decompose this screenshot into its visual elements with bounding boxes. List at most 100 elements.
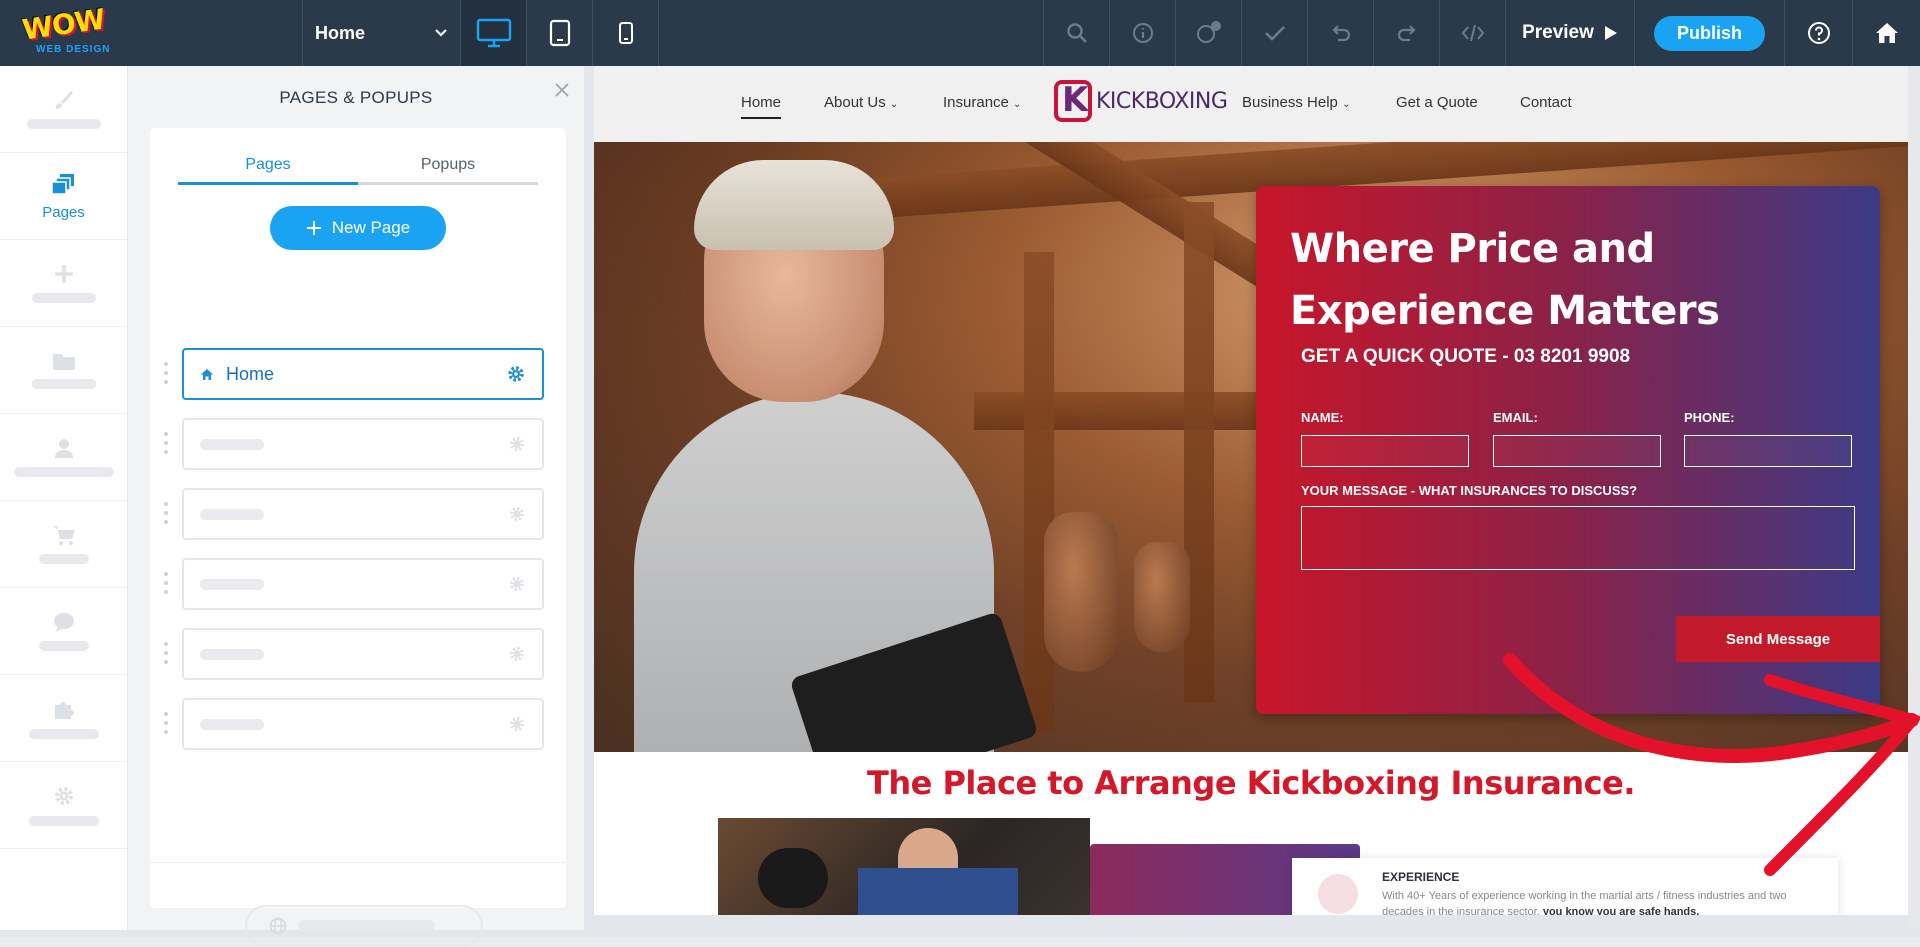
search-tool[interactable] — [1043, 0, 1109, 66]
gear-icon[interactable] — [506, 364, 526, 384]
gear-icon — [54, 787, 73, 805]
site-canvas: Home About Us ⌄ Insurance ⌄ KICKBOXING B… — [594, 66, 1908, 915]
mobile-icon — [618, 22, 633, 44]
sidebar-placeholder — [31, 379, 96, 389]
sidebar-placeholder — [38, 641, 89, 651]
sidebar-item-messages[interactable] — [0, 588, 127, 675]
brand-name: KICKBOXING — [1096, 88, 1228, 114]
mobile-view-button[interactable] — [592, 0, 658, 66]
nav-insurance[interactable]: Insurance ⌄ — [943, 94, 1021, 111]
gear-icon[interactable] — [508, 645, 526, 663]
drag-handle[interactable] — [164, 432, 170, 454]
code-view-button[interactable] — [1439, 0, 1505, 66]
experience-text: With 40+ Years of experience working in … — [1382, 888, 1822, 915]
page-row[interactable] — [182, 418, 544, 470]
email-field[interactable] — [1493, 435, 1661, 467]
hero-image — [1024, 252, 1054, 732]
quick-quote-heading: GET A QUICK QUOTE - 03 8201 9908 — [1301, 346, 1631, 367]
message-field[interactable] — [1301, 506, 1855, 570]
send-message-button[interactable]: Send Message — [1676, 616, 1880, 662]
drag-handle[interactable] — [164, 712, 170, 734]
check-tool[interactable] — [1241, 0, 1307, 66]
nav-insurance-label: Insurance — [943, 94, 1009, 111]
tablet-view-button[interactable] — [526, 0, 592, 66]
sidebar-item-users[interactable] — [0, 414, 127, 501]
help-button[interactable] — [1784, 0, 1852, 66]
sidebar-item-design[interactable] — [0, 66, 127, 153]
close-panel-button[interactable] — [554, 82, 570, 103]
page-row-home[interactable]: Home — [182, 348, 544, 400]
publish-container: Publish — [1634, 0, 1784, 66]
redo-icon — [1397, 25, 1416, 42]
nav-about[interactable]: About Us ⌄ — [824, 94, 898, 111]
page-row[interactable] — [182, 558, 544, 610]
drag-handle[interactable] — [164, 572, 170, 594]
app-logo: WOW WEB DESIGN — [20, 2, 111, 55]
nav-business-help[interactable]: Business Help ⌄ — [1242, 94, 1350, 111]
canvas-scrollbar[interactable] — [1908, 66, 1920, 930]
chevron-down-icon — [435, 29, 447, 37]
sidebar-placeholder — [28, 729, 99, 739]
drag-handle[interactable] — [164, 642, 170, 664]
preview-button[interactable]: Preview — [1505, 0, 1634, 66]
sidebar-item-files[interactable] — [0, 327, 127, 414]
sidebar-item-pages[interactable]: Pages — [0, 153, 127, 240]
preview-label: Preview — [1522, 22, 1594, 43]
sidebar-item-apps[interactable] — [0, 675, 127, 762]
punching-bag-image — [1134, 542, 1190, 652]
page-row-placeholder — [200, 438, 264, 450]
drag-handle[interactable] — [164, 502, 170, 524]
new-page-button[interactable]: New Page — [270, 206, 446, 250]
undo-button[interactable] — [1307, 0, 1373, 66]
boxing-training-image — [858, 868, 1018, 915]
help-icon — [1807, 22, 1830, 44]
site-navbar: Home About Us ⌄ Insurance ⌄ KICKBOXING B… — [594, 66, 1908, 142]
page-row[interactable] — [182, 628, 544, 680]
gear-icon[interactable] — [508, 575, 526, 593]
undo-icon — [1331, 25, 1350, 42]
page-row-label: Home — [226, 363, 275, 384]
section-tagline: The Place to Arrange Kickboxing Insuranc… — [867, 764, 1636, 802]
folder-icon — [52, 354, 75, 370]
sidebar-placeholder — [26, 119, 101, 129]
nav-home[interactable]: Home — [741, 94, 782, 119]
tab-popups[interactable]: Popups — [358, 156, 538, 178]
nav-contact[interactable]: Contact — [1520, 94, 1572, 111]
drag-handle[interactable] — [164, 362, 170, 384]
sidebar-item-add[interactable] — [0, 240, 127, 327]
name-field[interactable] — [1301, 435, 1469, 467]
editor-window: WOW WEB DESIGN Home Preview Publish Page… — [0, 0, 1920, 947]
sidebar-placeholder — [13, 467, 114, 477]
pages-panel: PAGES & POPUPS Pages Popups New Page Hom… — [128, 66, 584, 947]
info-icon — [1132, 23, 1153, 43]
plus-icon — [306, 221, 321, 235]
close-icon — [555, 83, 569, 97]
gear-icon[interactable] — [508, 505, 526, 523]
comments-tool[interactable] — [1175, 0, 1241, 66]
email-label: EMAIL: — [1493, 410, 1538, 425]
publish-button[interactable]: Publish — [1653, 15, 1765, 51]
search-icon — [1066, 23, 1087, 43]
sidebar-item-settings[interactable] — [0, 762, 127, 849]
chevron-down-icon: ⌄ — [889, 99, 899, 110]
hero-section: Where Price and Experience Matters GET A… — [594, 142, 1908, 752]
hero-headline: Where Price and Experience Matters — [1290, 218, 1850, 342]
nav-get-quote[interactable]: Get a Quote — [1396, 94, 1478, 111]
quote-form-card: Where Price and Experience Matters GET A… — [1256, 186, 1880, 714]
phone-field[interactable] — [1684, 435, 1852, 467]
home-button[interactable] — [1852, 0, 1920, 66]
language-selector[interactable] — [245, 905, 483, 947]
desktop-view-button[interactable] — [460, 0, 526, 66]
gear-icon[interactable] — [508, 715, 526, 733]
page-selector[interactable]: Home — [302, 0, 460, 66]
gear-icon[interactable] — [508, 435, 526, 453]
hero-person-image — [694, 160, 894, 250]
site-logo[interactable]: KICKBOXING — [1054, 80, 1228, 122]
tab-pages[interactable]: Pages — [178, 156, 358, 178]
page-row[interactable] — [182, 698, 544, 750]
page-row[interactable] — [182, 488, 544, 540]
info-tool[interactable] — [1109, 0, 1175, 66]
experience-body-bold: you know you are safe hands. — [1542, 906, 1700, 915]
sidebar-item-store[interactable] — [0, 501, 127, 588]
redo-button[interactable] — [1373, 0, 1439, 66]
